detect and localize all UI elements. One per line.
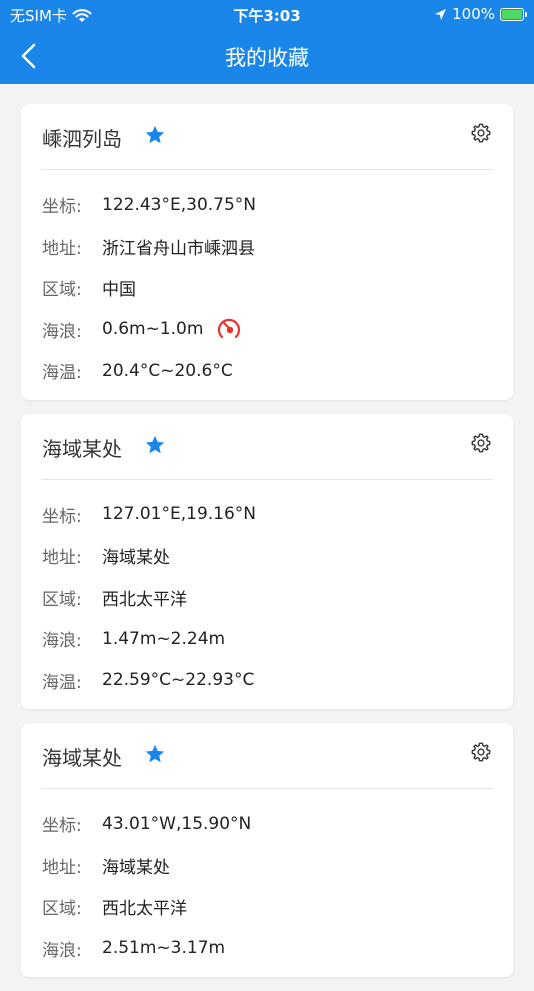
card-details: 坐标: 127.01°E,19.16°N 地址: 海域某处 区域: 西北太平洋 …	[21, 480, 513, 710]
address-label: 地址:	[42, 548, 82, 569]
temp-label: 海温:	[42, 672, 82, 693]
card-details: 坐标: 122.43°E,30.75°N 地址: 浙江省舟山市嵊泗县 区域: 中…	[21, 170, 513, 400]
region-row: 区域: 中国	[21, 267, 513, 309]
status-bar: 无SIM卡 下午3:03 100%	[0, 0, 534, 28]
temp-value: 22.59°C~22.93°C	[102, 670, 255, 691]
page-title: 我的收藏	[225, 46, 309, 70]
region-value: 西北太平洋	[102, 589, 187, 610]
coord-label: 坐标:	[42, 506, 82, 527]
region-row: 区域: 西北太平洋	[21, 886, 513, 928]
star-icon[interactable]	[144, 434, 166, 456]
temp-row: 海温: 20.4°C~20.6°C	[21, 350, 513, 392]
location-name: 嵊泗列岛	[42, 127, 122, 151]
card-details: 坐标: 43.01°W,15.90°N 地址: 海域某处 区域: 西北太平洋 海…	[21, 789, 513, 977]
wave-value: 0.6m~1.0m	[102, 319, 204, 340]
card-header: 海域某处	[21, 723, 513, 788]
address-value: 浙江省舟山市嵊泗县	[102, 238, 255, 259]
temp-label: 海温:	[42, 363, 82, 384]
favorite-card[interactable]: 嵊泗列岛 坐标: 122.43°E,30.75°N 地址: 浙江省舟山市嵊泗县 …	[21, 104, 513, 400]
star-icon[interactable]	[144, 124, 166, 146]
region-value: 中国	[102, 280, 136, 301]
favorite-card[interactable]: 海域某处 坐标: 43.01°W,15.90°N 地址: 海域某处 区域: 西北…	[21, 723, 513, 977]
gear-icon[interactable]	[470, 741, 492, 763]
wave-value: 1.47m~2.24m	[102, 628, 226, 649]
gear-icon[interactable]	[470, 122, 492, 144]
coord-value: 43.01°W,15.90°N	[102, 813, 252, 834]
location-arrow-icon	[435, 8, 447, 20]
coord-label: 坐标:	[42, 197, 82, 218]
gauge-alert-icon[interactable]	[215, 315, 243, 343]
wave-label: 海浪:	[42, 940, 82, 961]
favorite-card[interactable]: 海域某处 坐标: 127.01°E,19.16°N 地址: 海域某处 区域: 西…	[21, 413, 513, 710]
region-label: 区域:	[42, 899, 82, 920]
coord-label: 坐标:	[42, 816, 82, 837]
temp-value: 20.4°C~20.6°C	[102, 360, 233, 381]
favorites-list: 嵊泗列岛 坐标: 122.43°E,30.75°N 地址: 浙江省舟山市嵊泗县 …	[21, 104, 513, 991]
nav-bar: 我的收藏	[0, 28, 534, 84]
region-label: 区域:	[42, 280, 82, 301]
card-header: 海域某处	[21, 414, 513, 479]
wave-row: 海浪: 1.47m~2.24m	[21, 618, 513, 660]
region-label: 区域:	[42, 589, 82, 610]
wave-label: 海浪:	[42, 631, 82, 652]
address-value: 海域某处	[102, 857, 170, 878]
coord-value: 122.43°E,30.75°N	[102, 194, 257, 215]
gear-icon[interactable]	[470, 432, 492, 454]
coord-row: 坐标: 127.01°E,19.16°N	[21, 494, 513, 536]
coord-value: 127.01°E,19.16°N	[102, 504, 257, 525]
address-row: 地址: 海域某处	[21, 845, 513, 887]
battery-icon	[500, 7, 527, 21]
star-icon[interactable]	[144, 743, 166, 765]
status-right: 100%	[434, 5, 527, 23]
location-name: 海域某处	[42, 746, 122, 770]
battery-percent: 100%	[452, 5, 495, 23]
location-name: 海域某处	[42, 436, 122, 461]
region-value: 西北太平洋	[102, 899, 187, 920]
address-label: 地址:	[42, 238, 82, 259]
card-header: 嵊泗列岛	[21, 104, 513, 169]
wave-row: 海浪: 0.6m~1.0m	[21, 309, 513, 351]
address-row: 地址: 海域某处	[21, 535, 513, 577]
address-value: 海域某处	[102, 548, 170, 569]
coord-row: 坐标: 122.43°E,30.75°N	[21, 184, 513, 226]
wave-value: 2.51m~3.17m	[102, 938, 226, 959]
address-row: 地址: 浙江省舟山市嵊泗县	[21, 226, 513, 268]
coord-row: 坐标: 43.01°W,15.90°N	[21, 803, 513, 845]
address-label: 地址:	[42, 857, 82, 878]
wave-label: 海浪:	[42, 321, 82, 342]
region-row: 区域: 西北太平洋	[21, 577, 513, 619]
temp-row: 海温: 22.59°C~22.93°C	[21, 660, 513, 702]
app-header: 无SIM卡 下午3:03 100% 我的收藏	[0, 0, 534, 84]
wave-row: 海浪: 2.51m~3.17m	[21, 928, 513, 970]
